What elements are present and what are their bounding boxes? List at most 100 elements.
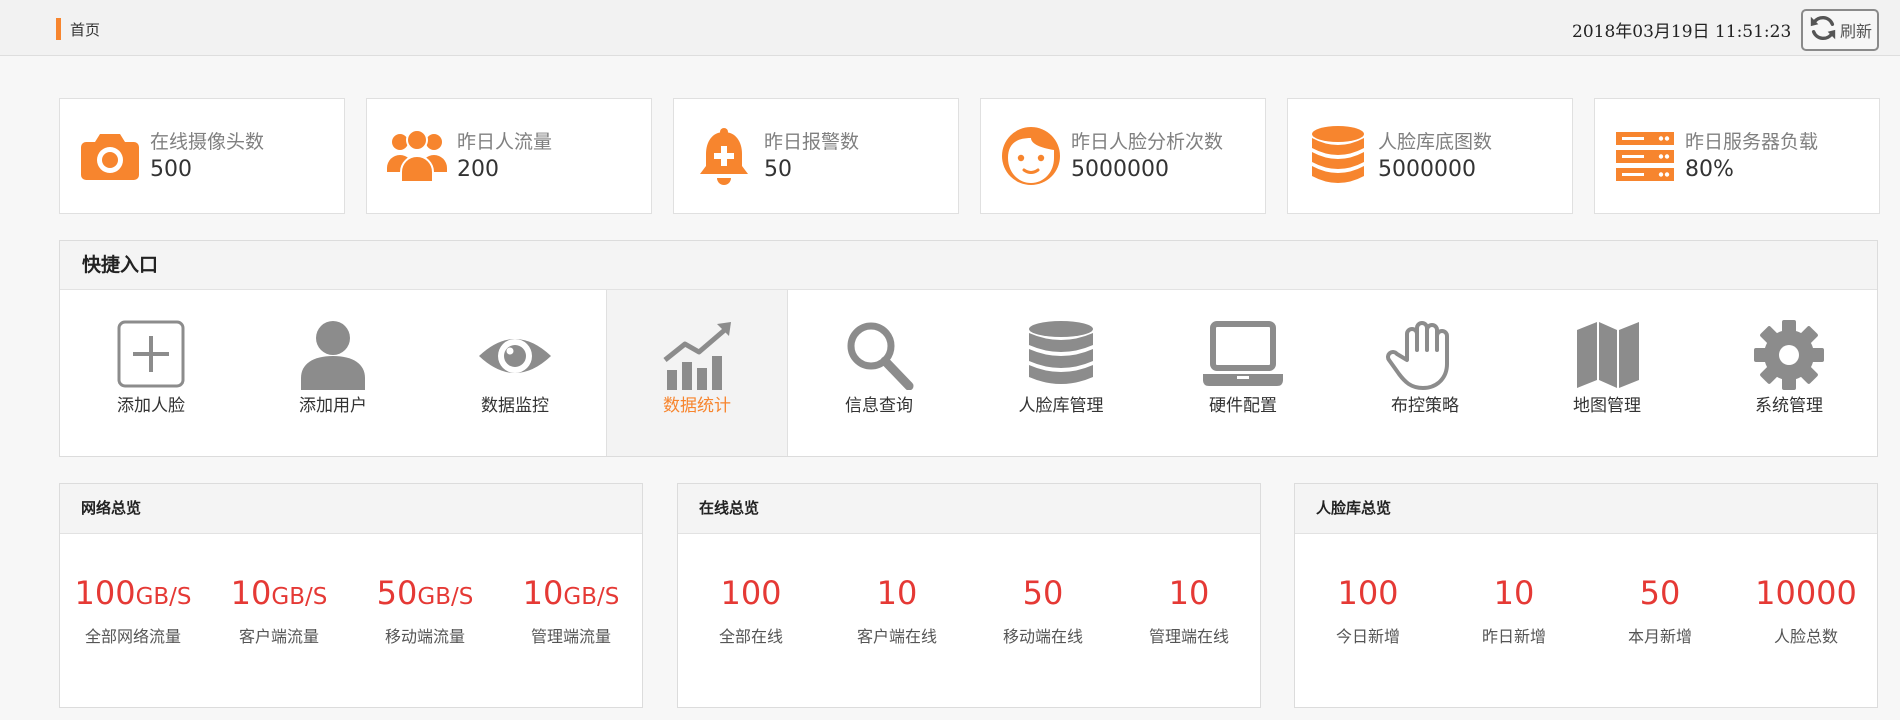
camera-icon — [78, 124, 142, 188]
metric-value: 50 — [1022, 574, 1064, 612]
metric-total-traffic: 100GB/S 全部网络流量 — [60, 574, 206, 647]
stat-value: 200 — [457, 157, 499, 182]
metric-label: 管理端在线 — [1148, 627, 1229, 646]
network-overview-panel: 网络总览 100GB/S 全部网络流量 10GB/S 客户端流量 50GB/S … — [59, 483, 643, 708]
stat-label: 人脸库底图数 — [1378, 131, 1493, 153]
current-datetime: 2018年03月19日 11:51:23 — [1572, 22, 1792, 42]
metric-client-online: 10 客户端在线 — [824, 574, 970, 647]
stat-card-face-analysis: 昨日人脸分析次数 5000000 — [980, 98, 1266, 214]
hand-icon — [1385, 320, 1465, 390]
metric-total-online: 100 全部在线 — [678, 574, 824, 647]
metric-number: 10 — [230, 574, 272, 612]
eye-icon — [475, 320, 555, 390]
metric-value: 50 — [1639, 574, 1681, 612]
quick-item-label: 添加人脸 — [117, 396, 185, 416]
metric-label: 移动端在线 — [1002, 627, 1083, 646]
refresh-label: 刷新 — [1840, 22, 1873, 41]
chart-icon — [657, 320, 737, 390]
metric-unit: GB/S — [135, 584, 192, 610]
metric-label: 本月新增 — [1627, 627, 1692, 646]
map-icon — [1567, 320, 1647, 390]
metric-value: 10 — [1168, 574, 1210, 612]
quick-item-label: 地图管理 — [1573, 396, 1641, 416]
quick-item-face-library[interactable]: 人脸库管理 — [970, 290, 1152, 456]
metric-client-traffic: 10GB/S 客户端流量 — [206, 574, 352, 647]
metric-yesterday-new: 10 昨日新增 — [1441, 574, 1587, 647]
metric-value: 10000 — [1755, 574, 1857, 612]
quick-item-data-monitor[interactable]: 数据监控 — [424, 290, 606, 456]
metric-number: 10 — [522, 574, 564, 612]
quick-entry-panel: 快捷入口 添加人脸 添加用户 数据监控 数据统计 信息查询 人脸库管理 硬件配置… — [59, 240, 1878, 457]
metric-label: 今日新增 — [1335, 627, 1400, 646]
panel-title: 网络总览 — [60, 484, 642, 534]
stat-card-visitor-flow: 昨日人流量 200 — [366, 98, 652, 214]
breadcrumb-home-link[interactable]: 首页 — [70, 19, 100, 40]
metric-label: 管理端流量 — [530, 627, 611, 646]
quick-item-hardware-config[interactable]: 硬件配置 — [1152, 290, 1334, 456]
metric-label: 全部在线 — [718, 627, 783, 646]
stat-value: 500 — [150, 157, 192, 182]
quick-item-info-query[interactable]: 信息查询 — [788, 290, 970, 456]
user-icon — [293, 320, 373, 390]
metric-total-faces: 10000 人脸总数 — [1733, 574, 1879, 647]
stat-card-face-library: 人脸库底图数 5000000 — [1287, 98, 1573, 214]
quick-entry-title: 快捷入口 — [60, 241, 1877, 290]
stat-label: 昨日报警数 — [764, 131, 860, 153]
metric-number: 100 — [74, 574, 136, 612]
bell-icon — [692, 124, 756, 188]
quick-item-add-face[interactable]: 添加人脸 — [60, 290, 242, 456]
search-icon — [839, 320, 919, 390]
metric-number: 50 — [376, 574, 418, 612]
quick-item-map-manage[interactable]: 地图管理 — [1516, 290, 1698, 456]
quick-item-control-strategy[interactable]: 布控策略 — [1334, 290, 1516, 456]
stat-value: 5000000 — [1378, 157, 1476, 182]
add-box-icon — [111, 320, 191, 390]
quick-item-label: 人脸库管理 — [1018, 396, 1104, 416]
metric-value: 100GB/S — [60, 574, 206, 612]
server-icon — [1613, 124, 1677, 188]
metric-label: 客户端流量 — [238, 627, 319, 646]
stat-card-server-load: 昨日服务器负载 80% — [1594, 98, 1880, 214]
users-icon — [385, 124, 449, 188]
stat-card-online-cameras: 在线摄像头数 500 — [59, 98, 345, 214]
quick-item-data-stats[interactable]: 数据统计 — [606, 290, 788, 456]
metric-unit: GB/S — [271, 584, 328, 610]
quick-item-label: 信息查询 — [845, 396, 913, 416]
stat-label: 昨日人脸分析次数 — [1071, 131, 1224, 153]
metric-value: 10GB/S — [206, 574, 352, 612]
stat-label: 昨日服务器负载 — [1685, 131, 1819, 153]
metric-value: 10 — [1493, 574, 1535, 612]
metric-value: 100 — [720, 574, 782, 612]
metric-value: 100 — [1337, 574, 1399, 612]
quick-item-label: 系统管理 — [1755, 396, 1823, 416]
quick-item-label: 数据监控 — [481, 396, 549, 416]
quick-item-add-user[interactable]: 添加用户 — [242, 290, 424, 456]
refresh-button[interactable]: 刷新 — [1801, 9, 1879, 51]
stat-label: 昨日人流量 — [457, 131, 553, 153]
stat-value: 80% — [1685, 157, 1734, 182]
stat-value: 50 — [764, 157, 792, 182]
metric-value: 10 — [876, 574, 918, 612]
quick-item-label: 硬件配置 — [1209, 396, 1277, 416]
face-icon — [999, 124, 1063, 188]
metric-label: 移动端流量 — [384, 627, 465, 646]
quick-item-label: 数据统计 — [663, 396, 731, 416]
stat-label: 在线摄像头数 — [150, 131, 265, 153]
quick-item-system-manage[interactable]: 系统管理 — [1698, 290, 1880, 456]
metric-unit: GB/S — [417, 584, 474, 610]
metric-label: 人脸总数 — [1773, 627, 1838, 646]
breadcrumb-marker — [56, 18, 61, 40]
metric-month-new: 50 本月新增 — [1587, 574, 1733, 647]
online-overview-panel: 在线总览 100 全部在线 10 客户端在线 50 移动端在线 10 管理端在线 — [677, 483, 1261, 708]
database-icon — [1021, 320, 1101, 390]
stat-value: 5000000 — [1071, 157, 1169, 182]
metric-label: 客户端在线 — [856, 627, 937, 646]
database-icon — [1306, 124, 1370, 188]
top-bar: 首页 2018年03月19日 11:51:23 刷新 — [0, 0, 1900, 56]
metric-admin-traffic: 10GB/S 管理端流量 — [498, 574, 644, 647]
metric-value: 10GB/S — [498, 574, 644, 612]
metric-value: 50GB/S — [352, 574, 498, 612]
gear-icon — [1749, 320, 1829, 390]
metric-today-new: 100 今日新增 — [1295, 574, 1441, 647]
metric-unit: GB/S — [563, 584, 620, 610]
